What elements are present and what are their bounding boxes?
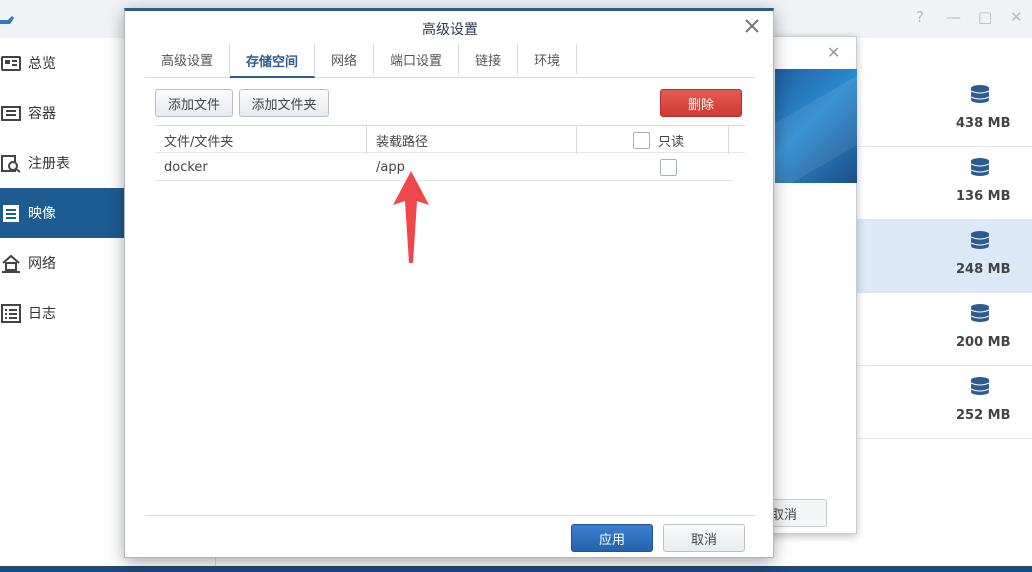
help-icon[interactable]: ? (914, 8, 926, 26)
maximize-icon[interactable]: □ (978, 8, 992, 26)
overview-icon (0, 52, 22, 74)
image-size: 252 MB (956, 408, 1011, 423)
image-row[interactable]: 252 MB (856, 366, 1032, 439)
minimize-icon[interactable]: — (946, 8, 961, 26)
banner-image (775, 69, 857, 183)
add-folder-button[interactable]: 添加文件夹 (239, 89, 329, 117)
select-all-readonly-checkbox[interactable] (633, 131, 650, 149)
footer-divider (145, 515, 755, 516)
sidebar-item-label: 注册表 (28, 156, 70, 172)
cell-file: docker (164, 159, 208, 175)
table-header: 文件/文件夹 装载路径 只读 (155, 125, 745, 154)
log-list-icon (0, 302, 22, 324)
cell-readonly (651, 153, 681, 181)
close-icon[interactable]: ✕ (827, 43, 840, 62)
database-icon (970, 230, 990, 252)
table-row[interactable]: docker /app (155, 153, 733, 181)
sidebar-item-label: 总览 (28, 56, 56, 72)
sidebar-item-label: 日志 (28, 306, 56, 322)
tab-advanced-settings[interactable]: 高级设置 (145, 44, 231, 74)
network-home-icon (0, 252, 22, 274)
annotation-arrow-icon (393, 171, 429, 263)
tab-storage[interactable]: 存储空间 (230, 44, 316, 78)
image-size: 136 MB (956, 189, 1011, 204)
container-icon (0, 102, 22, 124)
image-size: 248 MB (956, 262, 1011, 277)
sidebar-item-label: 网络 (28, 256, 56, 272)
column-header-mount-path[interactable]: 装载路径 (367, 126, 577, 154)
image-row[interactable]: 200 MB (856, 293, 1032, 366)
close-window-icon[interactable]: ✕ (1010, 8, 1023, 26)
database-icon (970, 376, 990, 398)
tab-port-settings[interactable]: 端口设置 (374, 44, 460, 74)
column-header-readonly: 只读 (577, 126, 729, 154)
tab-environment[interactable]: 环境 (518, 44, 578, 74)
tab-links[interactable]: 链接 (459, 44, 519, 74)
window-controls: ? — □ ✕ (914, 8, 1023, 26)
volume-table: 文件/文件夹 装载路径 只读 docker /app (155, 125, 745, 181)
column-header-file[interactable]: 文件/文件夹 (155, 126, 367, 154)
docker-logo-icon (0, 8, 14, 28)
tab-bar: 高级设置 存储空间 网络 端口设置 链接 环境 (145, 44, 755, 78)
image-row[interactable]: 136 MB (856, 147, 1032, 220)
database-icon (970, 157, 990, 179)
cancel-button[interactable]: 取消 (663, 524, 745, 552)
taskbar-strip (0, 566, 1032, 572)
delete-button[interactable]: 删除 (660, 89, 742, 117)
readonly-checkbox[interactable] (660, 158, 677, 176)
database-icon (970, 84, 990, 106)
image-list: 438 MB 136 MB 248 MB 200 MB 252 MB (856, 38, 1032, 572)
sidebar-item-image[interactable]: 映像 (0, 188, 124, 238)
advanced-settings-dialog: 高级设置 高级设置 存储空间 网络 端口设置 链接 环境 添加文件 添加文件夹 … (124, 8, 774, 558)
close-icon[interactable] (743, 17, 761, 35)
readonly-label: 只读 (658, 134, 685, 150)
registry-search-icon (0, 152, 22, 174)
image-icon (0, 202, 22, 224)
add-file-button[interactable]: 添加文件 (155, 89, 233, 117)
image-row[interactable]: 248 MB (856, 220, 1032, 293)
image-size: 200 MB (956, 335, 1011, 350)
image-size: 438 MB (956, 116, 1011, 131)
database-icon (970, 303, 990, 325)
apply-button[interactable]: 应用 (571, 524, 653, 552)
image-row[interactable]: 438 MB (856, 74, 1032, 147)
sidebar-item-label: 容器 (28, 106, 56, 122)
dialog-title: 高级设置 (422, 22, 478, 38)
tab-network[interactable]: 网络 (315, 44, 375, 74)
sidebar-item-label: 映像 (28, 206, 56, 222)
